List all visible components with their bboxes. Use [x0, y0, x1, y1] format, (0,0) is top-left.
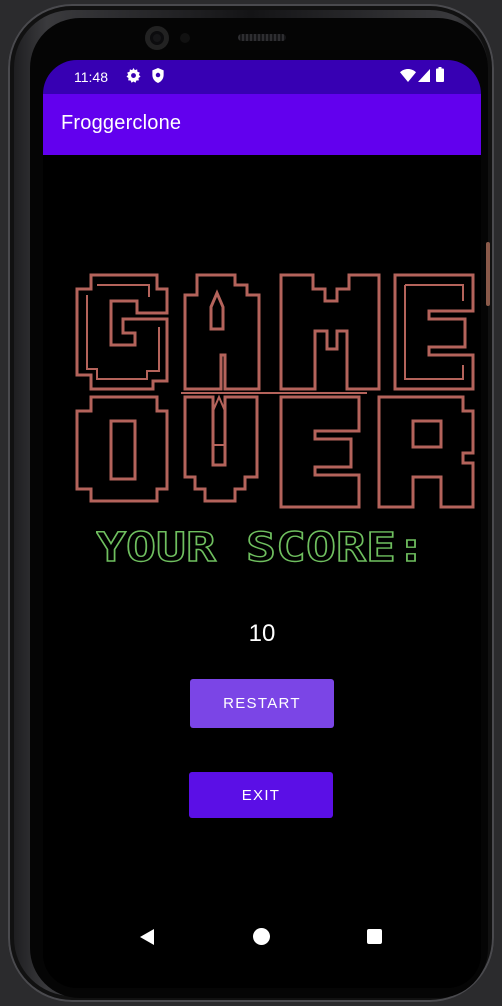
status-bar: 11:48 — [43, 60, 481, 94]
exit-button[interactable]: EXIT — [189, 772, 333, 818]
gear-icon — [126, 68, 141, 86]
navigation-bar — [43, 896, 481, 988]
letter-v — [183, 395, 259, 503]
back-icon[interactable] — [140, 929, 154, 945]
letter-a — [183, 273, 261, 391]
letter-e — [393, 273, 475, 391]
letter-m — [279, 273, 381, 391]
status-time: 11:48 — [74, 69, 108, 85]
score-value: 10 — [248, 620, 276, 647]
game-over-banner — [75, 273, 475, 509]
earpiece-speaker — [238, 34, 286, 41]
battery-icon — [436, 67, 444, 85]
camera-sensor — [180, 33, 190, 43]
front-camera — [145, 26, 169, 50]
app-bar: Froggerclone — [43, 94, 481, 155]
wifi-icon — [400, 69, 416, 85]
shield-icon — [151, 68, 165, 86]
your-score-label: YOUR SCORE: — [96, 525, 426, 571]
restart-button[interactable]: RESTART — [190, 679, 334, 728]
letter-o — [75, 395, 169, 503]
home-icon[interactable] — [253, 928, 270, 945]
power-button[interactable] — [486, 242, 490, 306]
signal-icon — [418, 69, 430, 85]
game-over-screen: YOUR SCORE: 10 RESTART EXIT — [43, 155, 481, 896]
letter-r — [377, 395, 475, 509]
phone-frame: 11:48 Froggerclone YOUR SCORE: 10 RESTAR… — [8, 4, 494, 1002]
recents-icon[interactable] — [367, 929, 382, 944]
device-screen: 11:48 Froggerclone YOUR SCORE: 10 RESTAR… — [43, 60, 481, 988]
letter-e-2 — [279, 395, 361, 509]
your-score-label-art: YOUR SCORE: — [96, 524, 427, 571]
app-title: Froggerclone — [61, 112, 182, 134]
